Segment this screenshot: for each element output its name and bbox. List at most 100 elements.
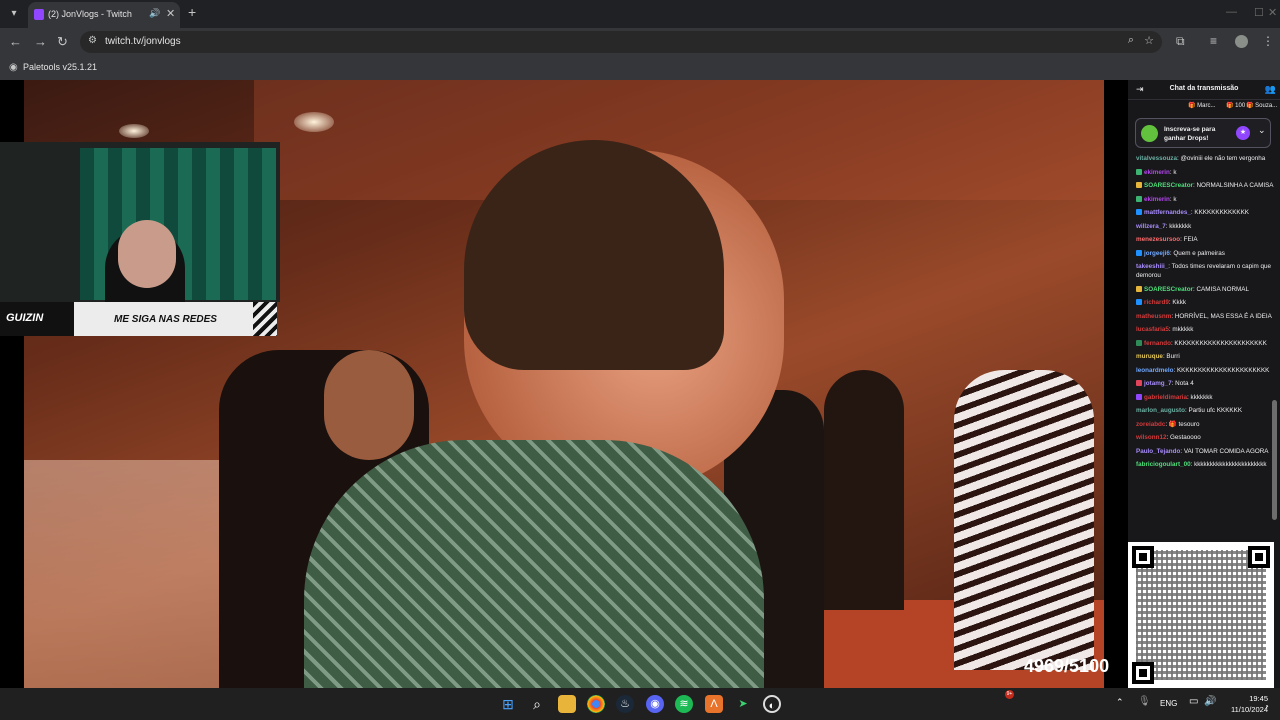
leaderboard-item[interactable]: 🎁 Souza... xyxy=(1246,102,1277,109)
chat-username[interactable]: willzera_7 xyxy=(1136,223,1166,230)
extensions-icon[interactable]: ⧉ xyxy=(1176,34,1185,49)
chat-badge-icon[interactable] xyxy=(1136,168,1142,175)
menu-icon[interactable]: ⋮ xyxy=(1262,34,1274,48)
person-background xyxy=(824,370,904,610)
chat-username[interactable]: vitalvessouza xyxy=(1136,155,1177,162)
spotify-icon[interactable]: ≋ xyxy=(675,695,693,713)
chat-header: ⇥ Chat da transmissão 👥 xyxy=(1128,80,1280,100)
bookmark-paletools[interactable]: Paletools v25.1.21 xyxy=(23,62,97,72)
chat-username[interactable]: zoreiabdc xyxy=(1136,421,1165,428)
bookmark-globe-icon: ◉ xyxy=(9,62,18,73)
drops-star-icon[interactable]: ★ xyxy=(1236,126,1250,140)
chat-username[interactable]: marlon_augusto xyxy=(1136,407,1185,414)
chat-message: jotamg_7: Nota 4 xyxy=(1136,379,1274,388)
url-text[interactable]: twitch.tv/jonvlogs xyxy=(105,36,181,47)
leaderboard[interactable]: 🎁 Marc... 🎁 100 🎁 Souza... xyxy=(1128,100,1280,112)
new-tab-button[interactable]: + xyxy=(188,4,196,20)
app-icon[interactable]: ➤ xyxy=(734,695,752,713)
chat-message: mattfernandes_: KKKKKKKKKKKKK xyxy=(1136,208,1274,217)
leaderboard-item[interactable]: 🎁 Marc... xyxy=(1188,102,1215,109)
leaderboard-item[interactable]: 🎁 100 xyxy=(1226,102,1245,109)
clock-date[interactable]: 11/10/2024 xyxy=(1226,705,1268,714)
network-icon[interactable]: ▭ xyxy=(1189,696,1198,707)
chat-username[interactable]: takeeshiii_ xyxy=(1136,263,1168,270)
back-button[interactable]: ← xyxy=(9,34,22,49)
banner-logo: GUIZIN xyxy=(0,302,74,336)
chat-badge-icon[interactable] xyxy=(1136,195,1142,202)
discord-icon[interactable]: ◉ xyxy=(646,695,664,713)
maximize-button[interactable]: ☐ xyxy=(1254,6,1264,19)
chat-username[interactable]: leonardmelo xyxy=(1136,367,1173,374)
file-explorer-icon[interactable] xyxy=(558,695,576,713)
drops-prompt[interactable]: Inscreva-se para ganhar Drops! ★ ⌄ xyxy=(1135,118,1271,148)
minimize-button[interactable]: — xyxy=(1226,6,1237,18)
app-icon[interactable]: Λ xyxy=(705,695,723,713)
tab-jonvlogs[interactable]: (2) JonVlogs - Twitch 🔊 ✕ xyxy=(28,2,180,28)
streamer-face xyxy=(118,220,176,288)
forward-button[interactable]: → xyxy=(34,34,47,49)
qr-finder xyxy=(1248,546,1270,568)
windows-start-icon[interactable]: ⊞ xyxy=(499,695,517,713)
notification-bell-icon[interactable]: ◔ xyxy=(1264,702,1269,711)
chat-badge-icon[interactable] xyxy=(1136,339,1142,346)
search-icon[interactable]: ⌕ xyxy=(528,695,546,713)
steam-icon[interactable]: ♨ xyxy=(616,695,634,713)
video-player[interactable]: 4969/5100 GUIZIN ME SIGA NAS REDES xyxy=(0,80,1128,688)
chat-username[interactable]: fabriciogoulart_00 xyxy=(1136,461,1191,468)
close-window-button[interactable]: ✕ xyxy=(1268,6,1277,19)
microphone-icon[interactable]: 🎙 xyxy=(1138,696,1151,707)
reading-list-icon[interactable]: ≡ xyxy=(1210,34,1217,48)
clock-time[interactable]: 19:45 xyxy=(1234,694,1268,703)
chat-badge-icon[interactable] xyxy=(1136,209,1142,216)
chat-username[interactable]: richard9 xyxy=(1144,299,1169,306)
chat-username[interactable]: ekimerin xyxy=(1144,169,1170,176)
reload-button[interactable]: ↻ xyxy=(57,34,68,50)
speaker-icon[interactable]: 🔊 xyxy=(149,8,160,19)
chat-username[interactable]: jotamg_7 xyxy=(1144,380,1172,387)
obs-icon[interactable]: ◐ xyxy=(763,695,781,713)
chat-username[interactable]: wilsonn12 xyxy=(1136,434,1166,441)
tab-search-icon[interactable]: ▾ xyxy=(6,6,22,22)
chat-messages: vitalvessouza: @oviniii ele não tem verg… xyxy=(1136,154,1274,474)
chat-message: vitalvessouza: @oviniii ele não tem verg… xyxy=(1136,154,1274,163)
profile-avatar[interactable] xyxy=(1235,35,1248,48)
chat-text: : Gestaoooo xyxy=(1166,434,1201,441)
chat-scrollbar[interactable] xyxy=(1272,400,1277,520)
banner-text: ME SIGA NAS REDES xyxy=(114,314,217,325)
chat-message: leonardmelo: KKKKKKKKKKKKKKKKKKKKKK xyxy=(1136,366,1274,375)
chat-username[interactable]: ekimerin xyxy=(1144,196,1170,203)
chat-badge-icon[interactable] xyxy=(1136,285,1142,292)
bookmark-star-icon[interactable]: ☆ xyxy=(1144,34,1154,47)
drops-text: Inscreva-se para ganhar Drops! xyxy=(1164,126,1216,142)
address-bar[interactable]: ⚙ twitch.tv/jonvlogs ⌕ ☆ xyxy=(80,31,1162,53)
chat-username[interactable]: gabrieldimaria xyxy=(1144,394,1187,401)
chat-username[interactable]: lucasfaria5 xyxy=(1136,326,1169,333)
site-info-icon[interactable]: ⚙ xyxy=(88,35,97,46)
chat-username[interactable]: menezesursoo xyxy=(1136,236,1180,243)
chat-badge-icon[interactable] xyxy=(1136,380,1142,387)
chat-username[interactable]: muruque xyxy=(1136,353,1163,360)
qr-finder xyxy=(1132,662,1154,684)
chat-badge-icon[interactable] xyxy=(1136,182,1142,189)
chat-text: : k xyxy=(1169,195,1177,203)
chat-username[interactable]: fernando xyxy=(1144,340,1171,347)
close-tab-icon[interactable]: ✕ xyxy=(166,7,175,20)
chat-badge-icon[interactable] xyxy=(1136,393,1142,400)
community-icon[interactable]: 👥 xyxy=(1265,84,1276,95)
chat-username[interactable]: SOARESCreator xyxy=(1144,182,1193,189)
chrome-icon[interactable] xyxy=(587,695,605,713)
language-indicator[interactable]: ENG xyxy=(1160,699,1177,708)
chat-username[interactable]: mattfernandes_ xyxy=(1144,209,1191,216)
chat-username[interactable]: matheusnm xyxy=(1136,313,1171,320)
chevron-up-icon[interactable]: ⌃ xyxy=(1116,697,1124,708)
chat-badge-icon[interactable] xyxy=(1136,299,1142,306)
chevron-down-icon[interactable]: ⌄ xyxy=(1258,125,1266,136)
chat-username[interactable]: jorgeeji6 xyxy=(1144,250,1170,257)
chat-username[interactable]: Paulo_Tejando xyxy=(1136,448,1180,455)
zoom-icon[interactable]: ⌕ xyxy=(1128,34,1134,47)
chat-badge-icon[interactable] xyxy=(1136,249,1142,256)
chat-username[interactable]: SOARESCreator xyxy=(1144,286,1193,293)
tab-strip: ▾ (2) JonVlogs - Twitch 🔊 ✕ + — ☐ ✕ xyxy=(0,0,1280,28)
chat-message: lucasfaria5: mkkkkk xyxy=(1136,325,1274,334)
volume-icon[interactable]: 🔊 xyxy=(1204,696,1216,707)
